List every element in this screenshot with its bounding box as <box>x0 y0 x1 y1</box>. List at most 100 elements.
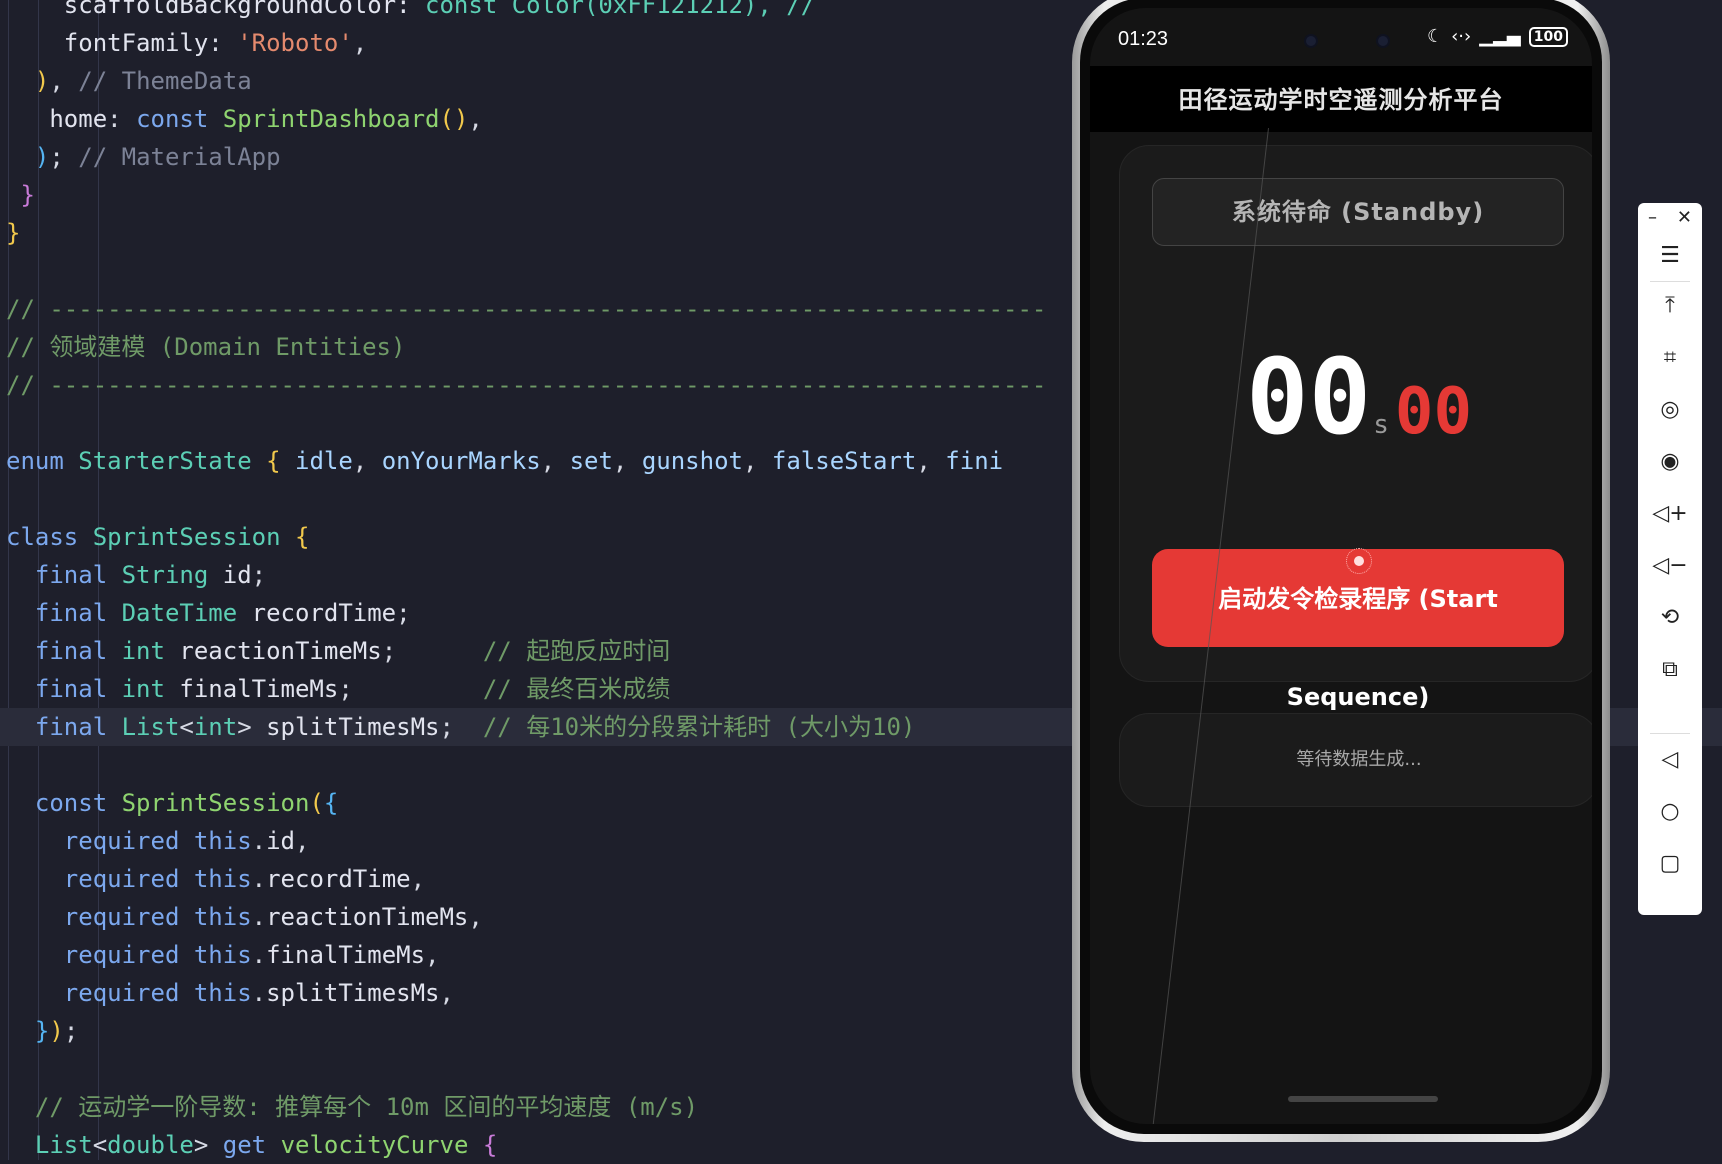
code-token: , <box>352 447 382 475</box>
status-icons: ☾ ‹·› ▁▂▄ 100 <box>1427 26 1568 47</box>
code-line: // -------------------------------------… <box>0 290 1046 328</box>
code-token: , <box>352 29 368 57</box>
crop-icon[interactable]: ⌗ <box>1638 345 1702 370</box>
multi-device-icon[interactable]: ⧉ <box>1638 657 1702 682</box>
code-token: id <box>266 827 295 855</box>
code-token: required <box>6 979 194 1007</box>
code-token: : <box>208 29 238 57</box>
code-token: get <box>222 1131 281 1159</box>
system-status: 系统待命 (Standby) <box>1152 178 1564 246</box>
moon-icon: ☾ <box>1426 26 1444 47</box>
code-token: , <box>295 827 310 855</box>
code-line: enum StarterState { idle, onYourMarks, s… <box>0 442 1003 480</box>
phone-screen[interactable]: 01:23 ☾ ‹·› ▁▂▄ 100 田径运动学时空遥测分析平台 系统待命 (… <box>1090 8 1592 1124</box>
code-token: : <box>107 105 137 133</box>
signal-icon: ▁▂▄ <box>1479 26 1521 47</box>
code-token: List <box>6 1131 93 1159</box>
code-token: } <box>20 181 35 209</box>
back-icon[interactable]: ◁ <box>1638 747 1702 772</box>
code-token: ) <box>34 67 50 95</box>
code-token: id <box>222 561 252 589</box>
code-token: . <box>251 941 267 969</box>
pin-top-icon[interactable]: ⤒ <box>1638 293 1702 318</box>
home-icon[interactable]: ○ <box>1638 799 1702 824</box>
code-token: { <box>323 789 339 817</box>
home-indicator[interactable] <box>1288 1096 1438 1102</box>
code-token: finalTimeMs <box>266 941 426 969</box>
front-camera <box>1376 34 1390 48</box>
code-token: SprintSession <box>92 523 295 551</box>
code-token: // 每10米的分段累计耗时 (大小为10) <box>482 713 916 741</box>
code-line: ), // ThemeData <box>0 62 252 100</box>
code-token: final <box>6 561 122 589</box>
code-token: required <box>6 865 194 893</box>
code-token: required <box>6 941 194 969</box>
recents-icon[interactable]: ▢ <box>1638 851 1702 876</box>
phone-emulator: 01:23 ☾ ‹·› ▁▂▄ 100 田径运动学时空遥测分析平台 系统待命 (… <box>1072 0 1610 1142</box>
code-token: , <box>540 447 570 475</box>
code-token: // -------------------------------------… <box>6 371 1047 399</box>
code-token: splitTimesMs <box>266 979 440 1007</box>
code-token: reactionTimeMs <box>266 903 469 931</box>
volume-up-icon[interactable]: ◁+ <box>1638 501 1702 526</box>
code-line: home: const SprintDashboard(), <box>0 100 483 138</box>
code-token: ; <box>381 637 483 665</box>
code-token: ; <box>63 1017 79 1045</box>
app-title: 田径运动学时空遥测分析平台 <box>1178 86 1504 114</box>
touch-indicator-icon <box>1346 548 1372 574</box>
code-line: required this.splitTimesMs, <box>0 974 454 1012</box>
code-token: ; <box>439 713 483 741</box>
code-token: , <box>468 105 483 133</box>
code-token: List <box>121 713 180 741</box>
code-line: const SprintSession({ <box>0 784 338 822</box>
data-transfer-icon: ‹·› <box>1451 26 1472 47</box>
code-token: home <box>6 105 108 133</box>
code-token: final <box>6 713 122 741</box>
code-token: double <box>107 1131 194 1159</box>
code-token: , <box>468 903 483 931</box>
code-token: String <box>121 561 223 589</box>
emulator-toolbar: – ✕ ☰ ⤒ ⌗ ◎ ◉ ◁+ ◁− ⟲ ⧉ ◁ ○ ▢ <box>1638 203 1702 915</box>
volume-down-icon[interactable]: ◁− <box>1638 553 1702 578</box>
code-line: List<double> get velocityCurve { <box>0 1126 497 1164</box>
app-bar: 田径运动学时空遥测分析平台 <box>1090 66 1592 132</box>
status-time: 01:23 <box>1118 28 1169 50</box>
code-line: final int reactionTimeMs; // 起跑反应时间 <box>0 632 670 670</box>
code-token: required <box>6 827 194 855</box>
code-token: { <box>482 1131 498 1159</box>
code-token: gunshot <box>641 447 743 475</box>
rotate-device-icon[interactable]: ⟲ <box>1638 605 1702 630</box>
code-token: int <box>193 713 238 741</box>
code-token: , <box>49 67 79 95</box>
code-token: . <box>251 979 267 1007</box>
code-token: ; <box>251 561 267 589</box>
code-line: final int finalTimeMs; // 最终百米成绩 <box>0 670 670 708</box>
code-token: , <box>439 979 454 1007</box>
code-token: // 运动学一阶导数: 推算每个 10m 区间的平均速度 (m/s) <box>6 1093 699 1121</box>
code-token: , <box>612 447 642 475</box>
control-card: 系统待命 (Standby) 00s00 启动发令检录程序 (Start Seq… <box>1119 145 1592 711</box>
code-token: int <box>121 675 180 703</box>
code-token: onYourMarks <box>381 447 541 475</box>
code-token: recordTime <box>266 865 411 893</box>
code-token: scaffoldBackgroundColor: <box>6 0 426 19</box>
code-token: } <box>34 1017 50 1045</box>
minimize-icon[interactable]: – <box>1648 207 1657 228</box>
screenshot-icon[interactable]: ◉ <box>1638 449 1702 474</box>
code-token: , <box>410 865 426 893</box>
rotate-icon[interactable]: ◎ <box>1638 397 1702 422</box>
code-token: const <box>136 105 223 133</box>
code-token: // ThemeData <box>78 67 252 95</box>
code-token: ( <box>309 789 324 817</box>
code-token: , <box>425 941 440 969</box>
code-token: reactionTimeMs <box>179 637 382 665</box>
close-icon[interactable]: ✕ <box>1677 207 1692 228</box>
code-token: // 最终百米成绩 <box>482 675 671 703</box>
menu-icon[interactable]: ☰ <box>1638 243 1702 268</box>
